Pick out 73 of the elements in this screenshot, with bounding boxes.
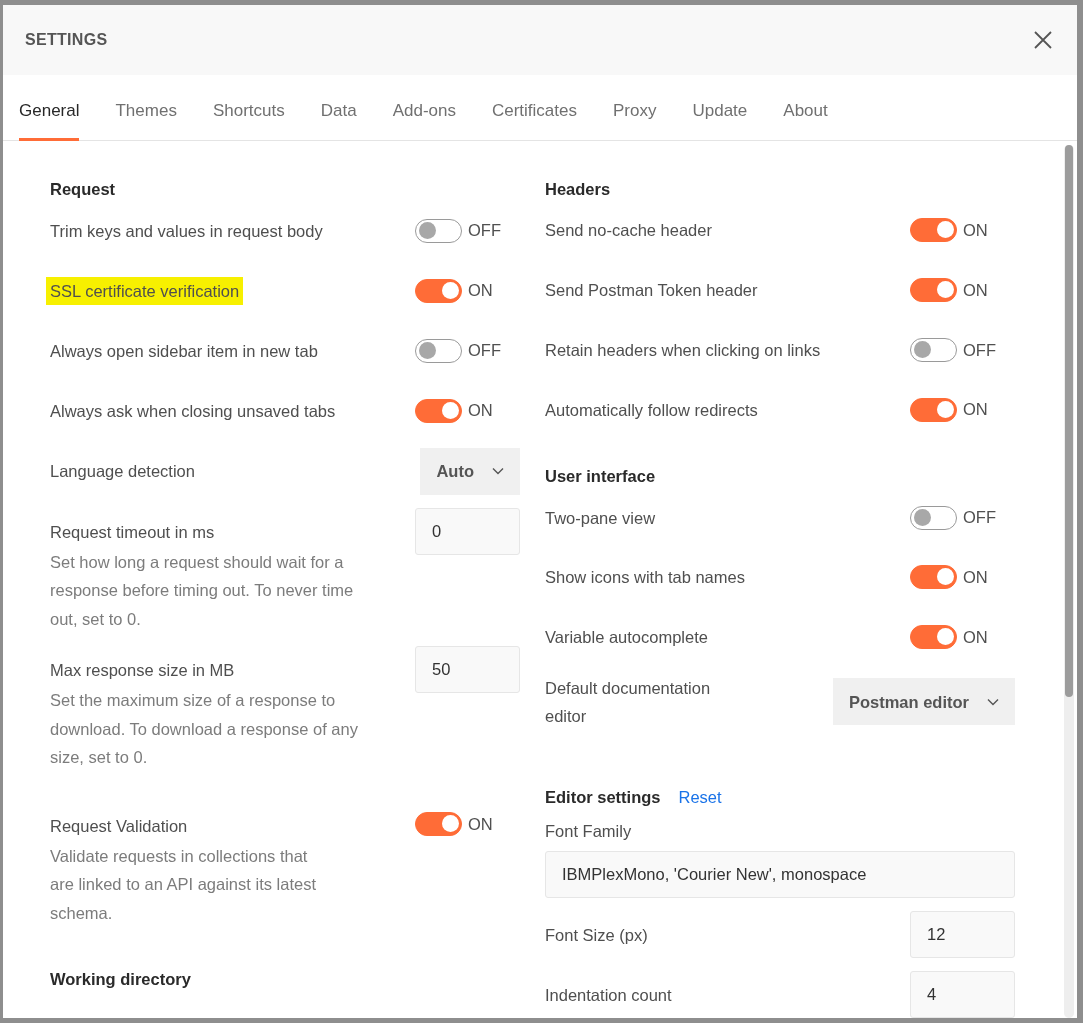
close-icon [1033,30,1053,50]
toggle-state: ON [963,279,988,301]
setting-label: Two-pane view [545,507,656,529]
text-field[interactable]: IBMPlexMono, 'Courier New', monospace [545,850,1015,898]
toggle-switch[interactable] [415,398,462,423]
setting-label: Always open sidebar item in new tab [50,340,318,362]
dropdown[interactable]: Postman editor [832,678,1015,726]
setting-label: Variable autocomplete [545,627,708,649]
number-field[interactable]: 4 [910,970,1015,1018]
settings-tab[interactable]: Proxy [613,90,657,141]
setting-label: Request Validation [50,816,188,835]
scrollbar-thumb[interactable] [1065,144,1073,697]
toggle-switch[interactable] [910,565,957,590]
setting-label: Show icons with tab names [545,567,745,589]
setting-label: Automatically follow redirects [545,399,758,421]
setting-label: Default documentation editor [545,677,712,727]
toggle-switch[interactable] [910,505,957,530]
toggle-switch[interactable] [910,397,957,422]
toggle-switch[interactable] [910,278,957,303]
section-heading: Headers [545,178,612,200]
settings-tab[interactable]: Certificates [491,90,577,141]
toggle-state: ON [963,566,988,588]
number-field[interactable]: 50 [415,646,520,693]
settings-tab[interactable]: Add-ons [392,90,456,141]
chevron-down-icon [492,467,504,475]
settings-tab[interactable]: Update [692,90,748,141]
setting-description: Set how long a request should wait for a response before timing out. To never time out, set to 0. [50,551,355,630]
setting-label: Trim keys and values in request body [50,220,323,242]
toggle-state: ON [468,400,493,422]
toggle-switch[interactable] [415,338,462,363]
setting-label: Max response size in MB [50,660,236,681]
toggle-state: ON [963,399,988,421]
setting-label: Font Family [545,820,633,842]
setting-label: Font Size (px) [545,924,648,946]
toggle-state: OFF [468,220,501,242]
setting-label: Indentation count [545,984,672,1006]
dialog-title: SETTINGS [25,30,108,50]
toggle-switch[interactable] [415,278,462,303]
toggle-state: OFF [963,507,996,529]
settings-tab[interactable]: Themes [115,90,177,141]
toggle-state: ON [963,220,988,241]
toggle-state: OFF [468,340,501,362]
reset-link[interactable]: Reset [678,784,722,809]
setting-description: Validate requests in collections that are linked to an API against its latest schema. [50,845,317,924]
setting-description: Set the maximum size of a response to download. To download a response of any size, set to 0. [50,690,359,768]
setting-label: Send Postman Token header [545,280,758,302]
toggle-switch[interactable] [910,218,957,243]
number-field[interactable]: 12 [910,910,1015,958]
toggle-switch[interactable] [910,337,957,362]
toggle-switch[interactable] [415,218,462,243]
number-field[interactable]: 0 [415,507,520,555]
setting-label: Request timeout in ms [50,521,216,543]
chevron-down-icon [987,697,999,706]
setting-label: Send no-cache header [545,220,712,242]
section-heading: Working directory [50,969,192,990]
toggle-state: ON [468,813,493,835]
toggle-state: ON [468,280,493,302]
dropdown[interactable]: Auto [420,447,520,495]
highlighted-setting-label: SSL certificate verification [46,276,244,305]
section-heading: Editor settings [545,786,661,808]
settings-tab[interactable]: Data [320,90,357,141]
setting-label: Always ask when closing unsaved tabs [50,400,336,422]
toggle-switch[interactable] [415,811,462,836]
setting-label: Language detection [50,461,195,482]
setting-label: Retain headers when clicking on links [545,339,821,361]
section-heading: User interface [545,465,657,487]
settings-tab[interactable]: Shortcuts [212,90,285,141]
settings-tab[interactable]: About [783,90,828,141]
settings-tab[interactable]: General [19,90,80,141]
section-heading: Request [50,178,117,200]
toggle-switch[interactable] [910,625,957,650]
toggle-state: ON [963,626,988,648]
toggle-state: OFF [963,339,996,361]
